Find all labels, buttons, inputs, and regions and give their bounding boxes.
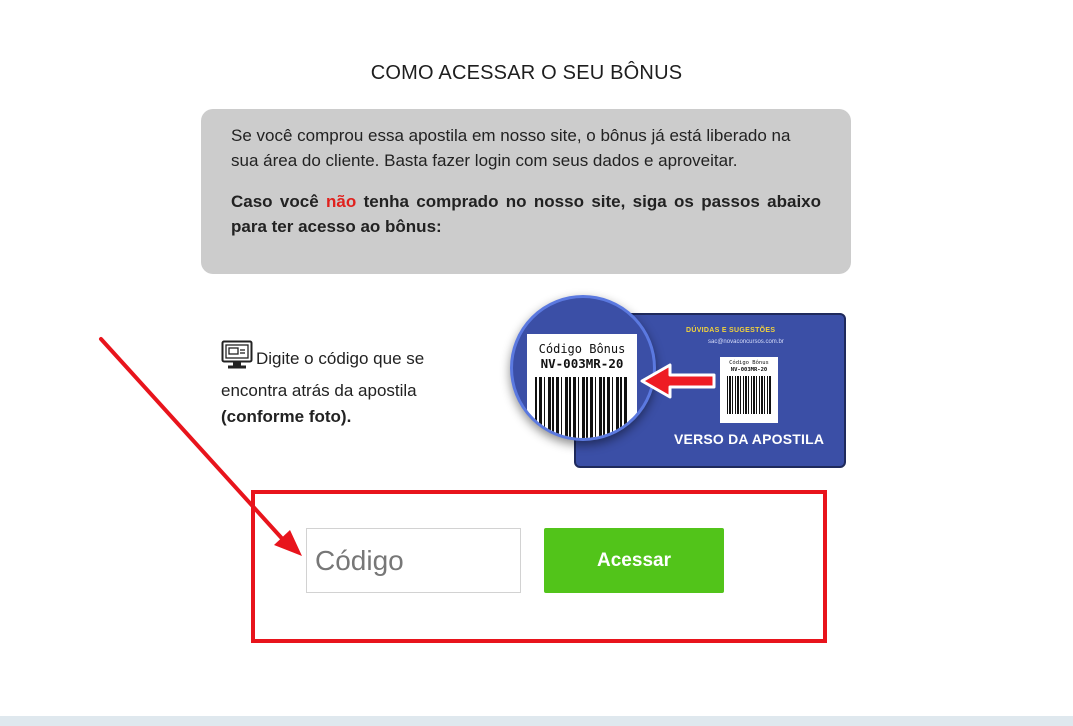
apostila-back-image: DÚVIDAS E SUGESTÕES sac@novaconcursos.co… bbox=[505, 295, 855, 475]
card-footer: VERSO DA APOSTILA bbox=[674, 431, 825, 447]
access-button[interactable]: Acessar bbox=[544, 528, 724, 593]
computer-icon bbox=[221, 340, 253, 378]
card-email: sac@novaconcursos.com.br bbox=[708, 339, 784, 345]
code-input[interactable] bbox=[306, 528, 521, 593]
info-instructions: Caso você não tenha comprado no nosso si… bbox=[231, 189, 821, 239]
magnifier-circle: Código Bônus NV-003MR-20 bbox=[510, 295, 656, 441]
info-box: Se você comprou essa apostila em nosso s… bbox=[201, 109, 851, 274]
big-barcode-icon bbox=[535, 377, 629, 438]
small-barcode-label: Código Bônus NV-003MR-20 bbox=[720, 357, 778, 423]
big-barcode-label: Código Bônus NV-003MR-20 bbox=[527, 334, 637, 438]
card-heading: DÚVIDAS E SUGESTÕES bbox=[686, 327, 776, 334]
info-highlight-word: não bbox=[326, 192, 357, 211]
big-label-title: Código Bônus bbox=[538, 342, 626, 356]
pointer-arrow-icon bbox=[640, 363, 716, 399]
instruction-bold-text: (conforme foto). bbox=[221, 407, 352, 426]
info-instructions-start: Caso você bbox=[231, 192, 327, 211]
big-label-code: NV-003MR-20 bbox=[540, 356, 624, 371]
code-instruction: Digite o código que se encontra atrás da… bbox=[221, 340, 461, 430]
page-title: COMO ACESSAR O SEU BÔNUS bbox=[370, 62, 683, 84]
small-barcode-icon bbox=[727, 376, 771, 414]
info-paragraph: Se você comprou essa apostila em nosso s… bbox=[231, 126, 791, 170]
small-label-code: NV-003MR-20 bbox=[730, 367, 768, 373]
small-label-title: Código Bônus bbox=[729, 360, 769, 366]
bottom-taskbar-strip bbox=[0, 716, 1073, 726]
